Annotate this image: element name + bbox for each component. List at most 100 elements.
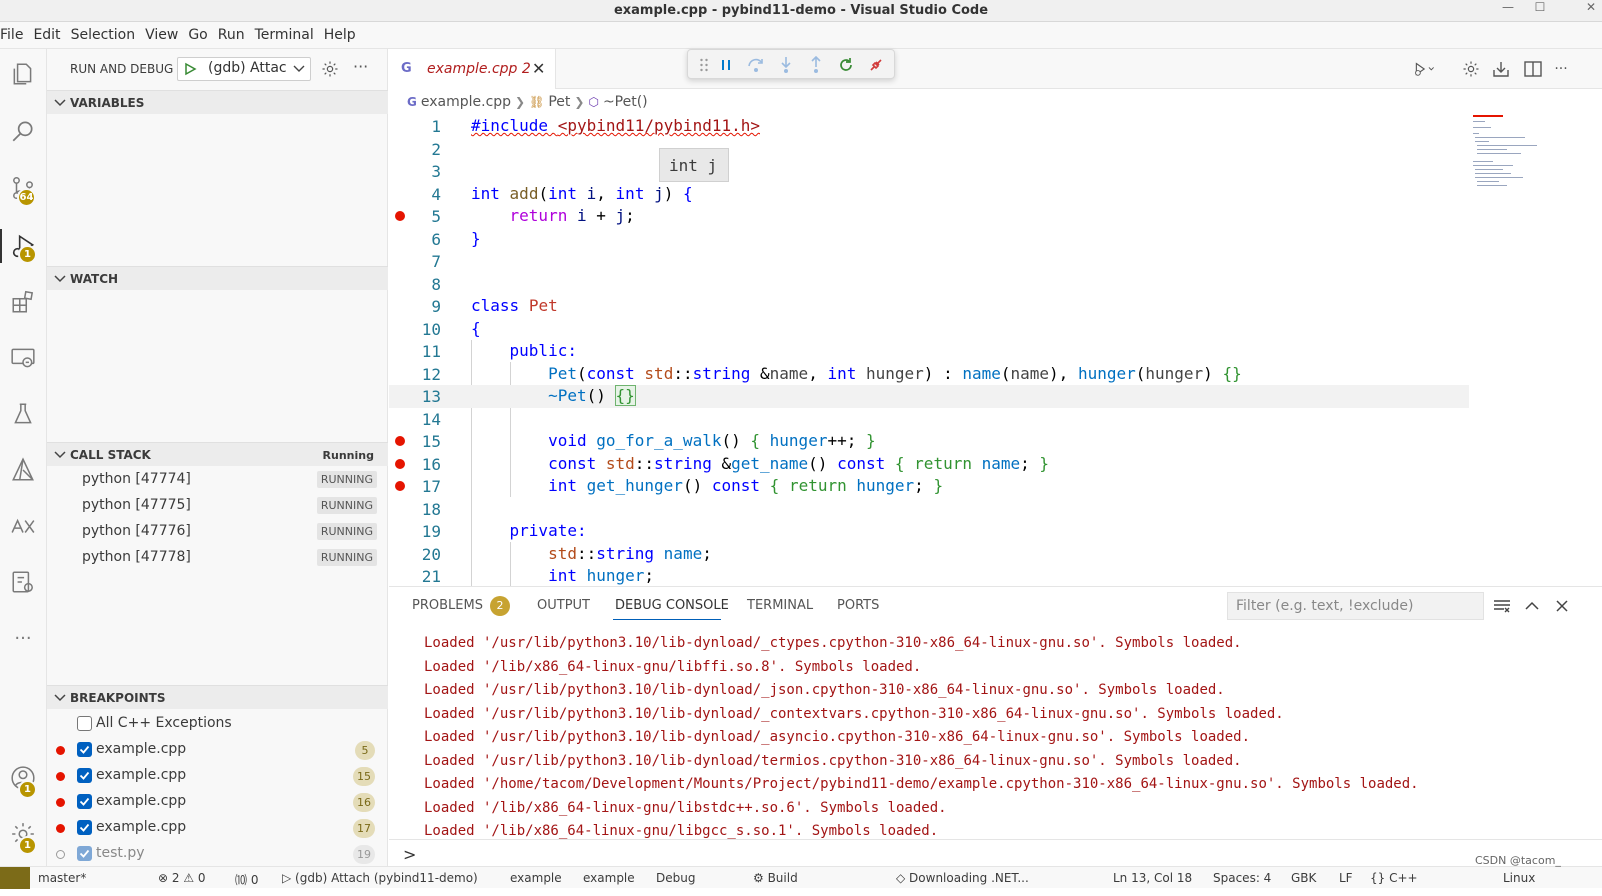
status-build[interactable]: ⚙ Build xyxy=(753,871,798,885)
breakpoint-line: 5 xyxy=(355,741,375,760)
extensions-icon[interactable] xyxy=(6,285,40,319)
more-icon[interactable]: ··· xyxy=(6,621,40,655)
docker-icon[interactable] xyxy=(6,565,40,599)
thread-state: RUNNING xyxy=(316,523,377,540)
minimize-button[interactable]: — xyxy=(1497,0,1519,22)
menu-selection[interactable]: Selection xyxy=(66,27,141,43)
testing-icon[interactable] xyxy=(6,397,40,431)
maximize-button[interactable]: ☐ xyxy=(1529,0,1551,22)
menu-terminal[interactable]: Terminal xyxy=(250,27,319,43)
status-item-3[interactable]: Debug xyxy=(656,871,695,885)
debug-badge: 1 xyxy=(18,245,37,264)
breakpoint-checkbox[interactable] xyxy=(77,742,92,757)
breadcrumb-class[interactable]: Pet xyxy=(548,94,570,110)
status-branch[interactable]: master* xyxy=(38,871,86,885)
console-filter-input[interactable]: Filter (e.g. text, !exclude) xyxy=(1227,592,1484,620)
variables-section-header[interactable]: VARIABLES xyxy=(47,90,388,114)
explorer-icon[interactable] xyxy=(6,57,40,91)
breakpoint-dot-icon xyxy=(56,772,65,781)
breakpoint-row[interactable]: example.cpp 17 xyxy=(47,815,388,841)
breakpoint-checkbox[interactable] xyxy=(77,768,92,783)
debug-config-select[interactable]: (gdb) Attac xyxy=(177,57,311,81)
tab-example-cpp[interactable]: G example.cpp 2 ✕ xyxy=(389,49,556,89)
minimap[interactable] xyxy=(1469,115,1569,586)
breakpoint-row[interactable]: All C++ Exceptions xyxy=(47,711,388,737)
console-input-prompt[interactable]: > xyxy=(403,845,416,864)
status-problems[interactable]: ⊗ 2 ⚠ 0 xyxy=(158,871,206,885)
code-editor[interactable]: 1 #include <pybind11/pybind11.h> 2 3 4 i… xyxy=(389,115,1469,586)
ai-icon[interactable] xyxy=(6,509,40,543)
remote-explorer-icon[interactable] xyxy=(6,341,40,375)
menu-help[interactable]: Help xyxy=(319,27,361,43)
status-downloading: ◇ Downloading .NET... xyxy=(896,871,1029,885)
breakpoint-unverified-icon xyxy=(56,850,65,859)
breakpoint-checkbox[interactable] xyxy=(77,716,92,731)
watermark: CSDN @tacom_ xyxy=(1475,854,1561,867)
run-debug-dropdown-icon[interactable] xyxy=(1414,58,1436,80)
watch-section-header[interactable]: WATCH xyxy=(47,266,388,290)
remote-indicator[interactable] xyxy=(0,867,30,889)
start-debug-icon[interactable] xyxy=(183,62,197,76)
drag-handle-icon[interactable] xyxy=(694,55,714,75)
cpp-file-icon: G xyxy=(401,61,412,76)
breakpoint-row[interactable]: test.py 19 xyxy=(47,841,388,867)
tab-problems[interactable]: PROBLEMS xyxy=(412,598,483,613)
breadcrumb-method[interactable]: ~Pet() xyxy=(603,94,648,110)
split-editor-icon[interactable] xyxy=(1522,58,1544,80)
clear-console-icon[interactable] xyxy=(1493,597,1511,615)
breakpoint-checkbox[interactable] xyxy=(77,846,92,861)
console-line: Loaded '/lib/x86_64-linux-gnu/libstdc++.… xyxy=(424,799,947,816)
sidebar-more-icon[interactable]: ··· xyxy=(353,57,368,76)
status-item-2[interactable]: example xyxy=(583,871,635,885)
status-cursor-position[interactable]: Ln 13, Col 18 xyxy=(1113,871,1192,885)
maximize-panel-icon[interactable] xyxy=(1523,597,1541,615)
menu-file[interactable]: File xyxy=(0,27,28,43)
status-language[interactable]: {} C++ xyxy=(1370,871,1418,885)
cmake-icon[interactable] xyxy=(6,453,40,487)
editor-more-icon[interactable]: ··· xyxy=(1550,58,1572,80)
step-out-icon[interactable] xyxy=(806,55,826,75)
status-ports[interactable]: ⑽ 0 xyxy=(235,871,258,888)
call-stack-row[interactable]: python [47778] RUNNING xyxy=(47,545,388,571)
call-stack-row[interactable]: python [47775] RUNNING xyxy=(47,493,388,519)
status-indentation[interactable]: Spaces: 4 xyxy=(1213,871,1271,885)
step-over-icon[interactable] xyxy=(746,55,766,75)
breakpoint-row[interactable]: example.cpp 16 xyxy=(47,789,388,815)
menu-run[interactable]: Run xyxy=(213,27,250,43)
breakpoint-row[interactable]: example.cpp 15 xyxy=(47,763,388,789)
call-stack-row[interactable]: python [47776] RUNNING xyxy=(47,519,388,545)
breakpoints-section-header[interactable]: BREAKPOINTS xyxy=(47,685,388,709)
code-line: 18 xyxy=(421,499,441,519)
close-icon[interactable]: ✕ xyxy=(532,59,545,78)
call-stack-row[interactable]: python [47774] RUNNING xyxy=(47,467,388,493)
code-line: 8 xyxy=(431,274,441,294)
status-encoding[interactable]: GBK xyxy=(1291,871,1316,885)
menu-go[interactable]: Go xyxy=(183,27,212,43)
tab-terminal[interactable]: TERMINAL xyxy=(747,598,813,613)
pause-icon[interactable] xyxy=(716,55,736,75)
tab-output[interactable]: OUTPUT xyxy=(537,598,590,613)
download-icon[interactable] xyxy=(1490,58,1512,80)
restart-icon[interactable] xyxy=(836,55,856,75)
disconnect-icon[interactable] xyxy=(866,55,886,75)
menu-edit[interactable]: Edit xyxy=(28,27,65,43)
close-window-button[interactable]: ✕ xyxy=(1580,0,1602,22)
tab-ports[interactable]: PORTS xyxy=(837,598,879,613)
step-into-icon[interactable] xyxy=(776,55,796,75)
breakpoint-name: test.py xyxy=(96,845,145,861)
breakpoint-checkbox[interactable] xyxy=(77,820,92,835)
close-panel-icon[interactable] xyxy=(1553,597,1571,615)
search-icon[interactable] xyxy=(6,114,40,148)
tab-debug-console[interactable]: DEBUG CONSOLE xyxy=(615,598,729,613)
editor-settings-gear-icon[interactable] xyxy=(1460,58,1482,80)
debug-settings-gear-icon[interactable] xyxy=(321,60,339,82)
breadcrumb-file[interactable]: example.cpp xyxy=(421,94,511,110)
menu-view[interactable]: View xyxy=(140,27,183,43)
status-os[interactable]: Linux xyxy=(1503,871,1535,885)
status-item-1[interactable]: example xyxy=(510,871,562,885)
status-debug-config[interactable]: ▷ (gdb) Attach (pybind11-demo) xyxy=(282,871,478,885)
status-eol[interactable]: LF xyxy=(1339,871,1353,885)
breakpoint-row[interactable]: example.cpp 5 xyxy=(47,737,388,763)
breakpoint-checkbox[interactable] xyxy=(77,794,92,809)
call-stack-section-header[interactable]: CALL STACK Running xyxy=(47,442,388,466)
